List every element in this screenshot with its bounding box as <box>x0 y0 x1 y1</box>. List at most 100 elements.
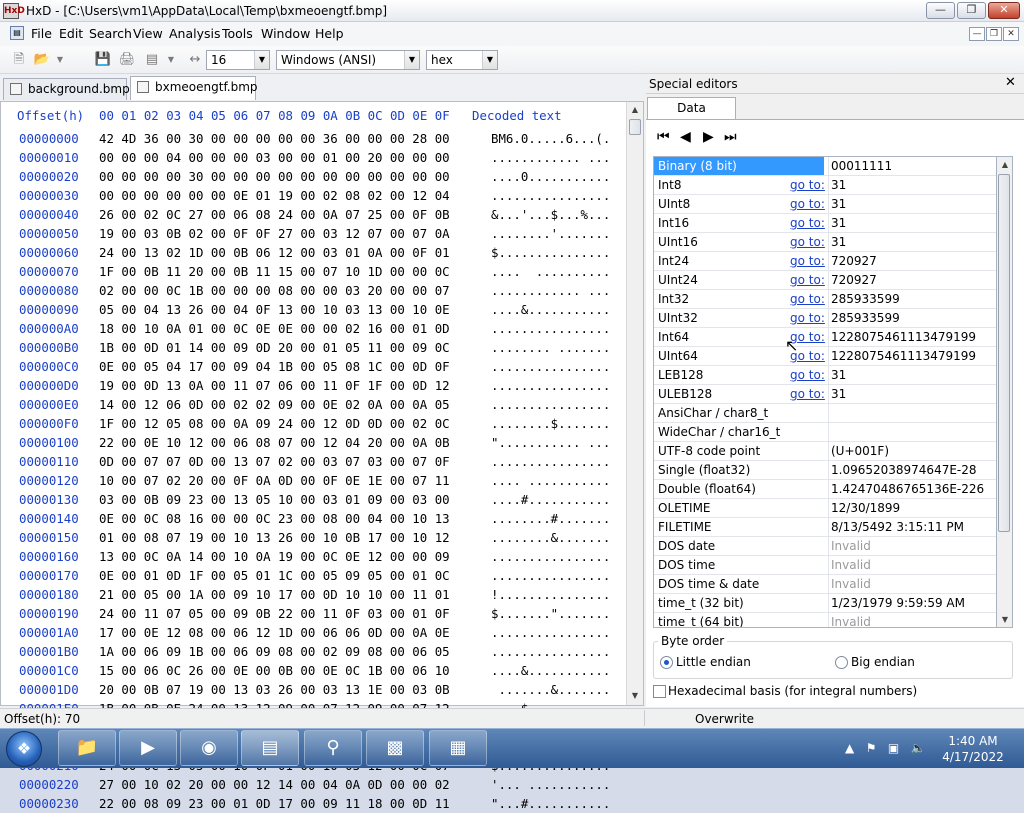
big-endian-label[interactable]: Big endian <box>851 655 915 669</box>
little-endian-label[interactable]: Little endian <box>676 655 751 669</box>
mdi-restore-button[interactable]: ❐ <box>986 27 1002 41</box>
clock[interactable]: 1:40 AM 4/17/2022 <box>936 733 1010 765</box>
row-decoded[interactable]: ........ ....... <box>491 338 610 357</box>
inspector-row[interactable]: Int8 go to: 31 <box>654 176 996 195</box>
row-decoded[interactable]: ........'....... <box>491 224 610 243</box>
inspector-field-value[interactable]: 285933599 <box>828 290 996 308</box>
row-decoded[interactable]: ................ <box>491 642 610 661</box>
big-endian-radio[interactable] <box>835 656 848 669</box>
goto-link[interactable]: go to: <box>790 233 825 251</box>
inspector-field-value[interactable] <box>828 404 996 422</box>
hex-row[interactable]: 00000170 0E 00 01 0D 1F 00 05 01 1C 00 05… <box>1 566 610 585</box>
inspector-row[interactable]: DOS date Invalid <box>654 537 996 556</box>
menu-edit[interactable]: Edit <box>59 26 83 41</box>
hex-row[interactable]: 000001B0 1A 00 06 09 1B 00 06 09 08 00 02… <box>1 642 610 661</box>
row-decoded[interactable]: .... ........... <box>491 471 610 490</box>
menu-search[interactable]: Search <box>89 26 132 41</box>
hex-row[interactable]: 00000110 0D 00 07 07 0D 00 13 07 02 00 03… <box>1 452 610 471</box>
row-bytes[interactable]: 13 00 0C 0A 14 00 10 0A 19 00 0C 0E 12 0… <box>99 547 491 566</box>
row-bytes[interactable]: 21 00 05 00 1A 00 09 10 17 00 0D 10 10 0… <box>99 585 491 604</box>
inspector-field-value[interactable]: 31 <box>828 233 996 251</box>
row-bytes[interactable]: 1A 00 06 09 1B 00 06 09 08 00 02 09 08 0… <box>99 642 491 661</box>
inspector-field-value[interactable]: 31 <box>828 385 996 403</box>
row-decoded[interactable]: ........$....... <box>491 414 610 433</box>
hex-row[interactable]: 00000030 00 00 00 00 00 00 0E 01 19 00 02… <box>1 186 610 205</box>
hex-row[interactable]: 00000070 1F 00 0B 11 20 00 0B 11 15 00 07… <box>1 262 610 281</box>
maximize-button[interactable]: ❐ <box>957 2 986 19</box>
inspector-scrollbar[interactable]: ▲ ▼ <box>997 156 1013 628</box>
inspector-field-value[interactable] <box>828 423 996 441</box>
minimize-button[interactable]: — <box>926 2 955 19</box>
row-decoded[interactable]: .... .......... <box>491 262 610 281</box>
media-player-taskbar-icon[interactable]: ▶ <box>119 730 177 766</box>
hxd-app-icon[interactable]: HxD <box>3 3 25 19</box>
row-decoded[interactable]: ................ <box>491 623 610 642</box>
chevron-down-icon[interactable]: ▼ <box>482 51 497 69</box>
row-bytes[interactable]: 02 00 00 0C 1B 00 00 00 08 00 00 03 20 0… <box>99 281 491 300</box>
row-decoded[interactable]: ................ <box>491 566 610 585</box>
hex-row[interactable]: 00000060 24 00 13 02 1D 00 0B 06 12 00 03… <box>1 243 610 262</box>
row-bytes[interactable]: 0D 00 07 07 0D 00 13 07 02 00 03 07 03 0… <box>99 452 491 471</box>
inspector-field-value[interactable]: 720927 <box>828 271 996 289</box>
row-bytes[interactable]: 10 00 07 02 20 00 0F 0A 0D 00 0F 0E 1E 0… <box>99 471 491 490</box>
hex-scroll-thumb[interactable] <box>629 119 641 135</box>
inspector-row[interactable]: Int16 go to: 31 <box>654 214 996 233</box>
hex-row[interactable]: 000000B0 1B 00 0D 01 14 00 09 0D 20 00 01… <box>1 338 610 357</box>
row-bytes[interactable]: 0E 00 05 04 17 00 09 04 1B 00 05 08 1C 0… <box>99 357 491 376</box>
scroll-down-icon[interactable]: ▼ <box>997 612 1013 628</box>
goto-link[interactable]: go to: <box>790 385 825 403</box>
hex-row[interactable]: 000000A0 18 00 10 0A 01 00 0C 0E 0E 00 00… <box>1 319 610 338</box>
row-bytes[interactable]: 01 00 08 07 19 00 10 13 26 00 10 0B 17 0… <box>99 528 491 547</box>
row-decoded[interactable]: ............ ... <box>491 148 610 167</box>
inspector-row[interactable]: time_t (32 bit) 1/23/1979 9:59:59 AM <box>654 594 996 613</box>
row-decoded[interactable]: ................ <box>491 547 610 566</box>
inspector-row[interactable]: OLETIME 12/30/1899 <box>654 499 996 518</box>
row-bytes[interactable]: 22 00 0E 10 12 00 06 08 07 00 12 04 20 0… <box>99 433 491 452</box>
inspector-field-value[interactable]: 1228075461113479199 <box>828 347 996 365</box>
row-decoded[interactable]: !............... <box>491 585 610 604</box>
previous-icon[interactable]: ◀ <box>680 129 691 145</box>
open-file-icon[interactable]: 📂 <box>33 51 51 69</box>
hex-row[interactable]: 00000040 26 00 02 0C 27 00 06 08 24 00 0A… <box>1 205 610 224</box>
row-decoded[interactable]: ................ <box>491 395 610 414</box>
row-decoded[interactable]: ........#....... <box>491 509 610 528</box>
scroll-down-icon[interactable]: ▼ <box>627 688 643 704</box>
hex-row[interactable]: 000001C0 15 00 06 0C 26 00 0E 00 0B 00 0E… <box>1 661 610 680</box>
new-file-icon[interactable]: 🗎 <box>10 51 28 69</box>
hex-row[interactable]: 00000120 10 00 07 02 20 00 0F 0A 0D 00 0F… <box>1 471 610 490</box>
goto-link[interactable]: go to: <box>790 252 825 270</box>
row-decoded[interactable]: ................ <box>491 319 610 338</box>
hex-editor-pane[interactable]: Offset(h) 00 01 02 03 04 05 06 07 08 09 … <box>0 101 644 811</box>
row-bytes[interactable]: 27 00 10 02 20 00 00 12 14 00 04 0A 0D 0… <box>99 775 491 794</box>
chevron-down-icon[interactable]: ▼ <box>404 51 419 69</box>
inspector-field-value[interactable]: 8/13/5492 3:15:11 PM <box>828 518 996 536</box>
row-bytes[interactable]: 00 00 00 00 00 00 0E 01 19 00 02 08 02 0… <box>99 186 491 205</box>
row-bytes[interactable]: 24 00 13 02 1D 00 0B 06 12 00 03 01 0A 0… <box>99 243 491 262</box>
inspector-row[interactable]: LEB128 go to: 31 <box>654 366 996 385</box>
inspector-field-value[interactable]: 00011111 <box>828 157 996 175</box>
tab-data-inspector[interactable]: Data inspector <box>647 97 736 136</box>
inspector-row[interactable]: Single (float32) 1.09652038974647E-28 <box>654 461 996 480</box>
inspector-field-value[interactable]: 31 <box>828 176 996 194</box>
goto-link[interactable]: go to: <box>790 195 825 213</box>
inspector-row[interactable]: WideChar / char16_t <box>654 423 996 442</box>
row-bytes[interactable]: 05 00 04 13 26 00 04 0F 13 00 10 03 13 0… <box>99 300 491 319</box>
inspector-field-value[interactable]: 1228075461113479199 <box>828 328 996 346</box>
hex-row[interactable]: 00000140 0E 00 0C 08 16 00 00 0C 23 00 08… <box>1 509 610 528</box>
inspector-row[interactable]: UInt8 go to: 31 <box>654 195 996 214</box>
goto-link[interactable]: go to: <box>790 290 825 308</box>
hex-scrollbar[interactable]: ▲ ▼ <box>626 102 643 705</box>
mdi-minimize-button[interactable]: — <box>969 27 985 41</box>
inspector-field-value[interactable]: Invalid <box>828 575 996 593</box>
inspector-row[interactable]: UInt24 go to: 720927 <box>654 271 996 290</box>
inspector-field-value[interactable]: 31 <box>828 214 996 232</box>
terminal-taskbar-icon[interactable]: ▩ <box>366 730 424 766</box>
hex-row[interactable]: 000001A0 17 00 0E 12 08 00 06 12 1D 00 06… <box>1 623 610 642</box>
close-button[interactable]: ✕ <box>988 2 1020 19</box>
row-bytes[interactable]: 17 00 0E 12 08 00 06 12 1D 00 06 06 0D 0… <box>99 623 491 642</box>
row-decoded[interactable]: BM6.0.....6...(. <box>491 129 610 148</box>
print-icon[interactable]: 🖨 <box>118 51 136 69</box>
properties-icon[interactable]: ▤ <box>143 51 161 69</box>
row-decoded[interactable]: $............... <box>491 243 610 262</box>
inspector-row[interactable]: UTF-8 code point (U+001F) <box>654 442 996 461</box>
